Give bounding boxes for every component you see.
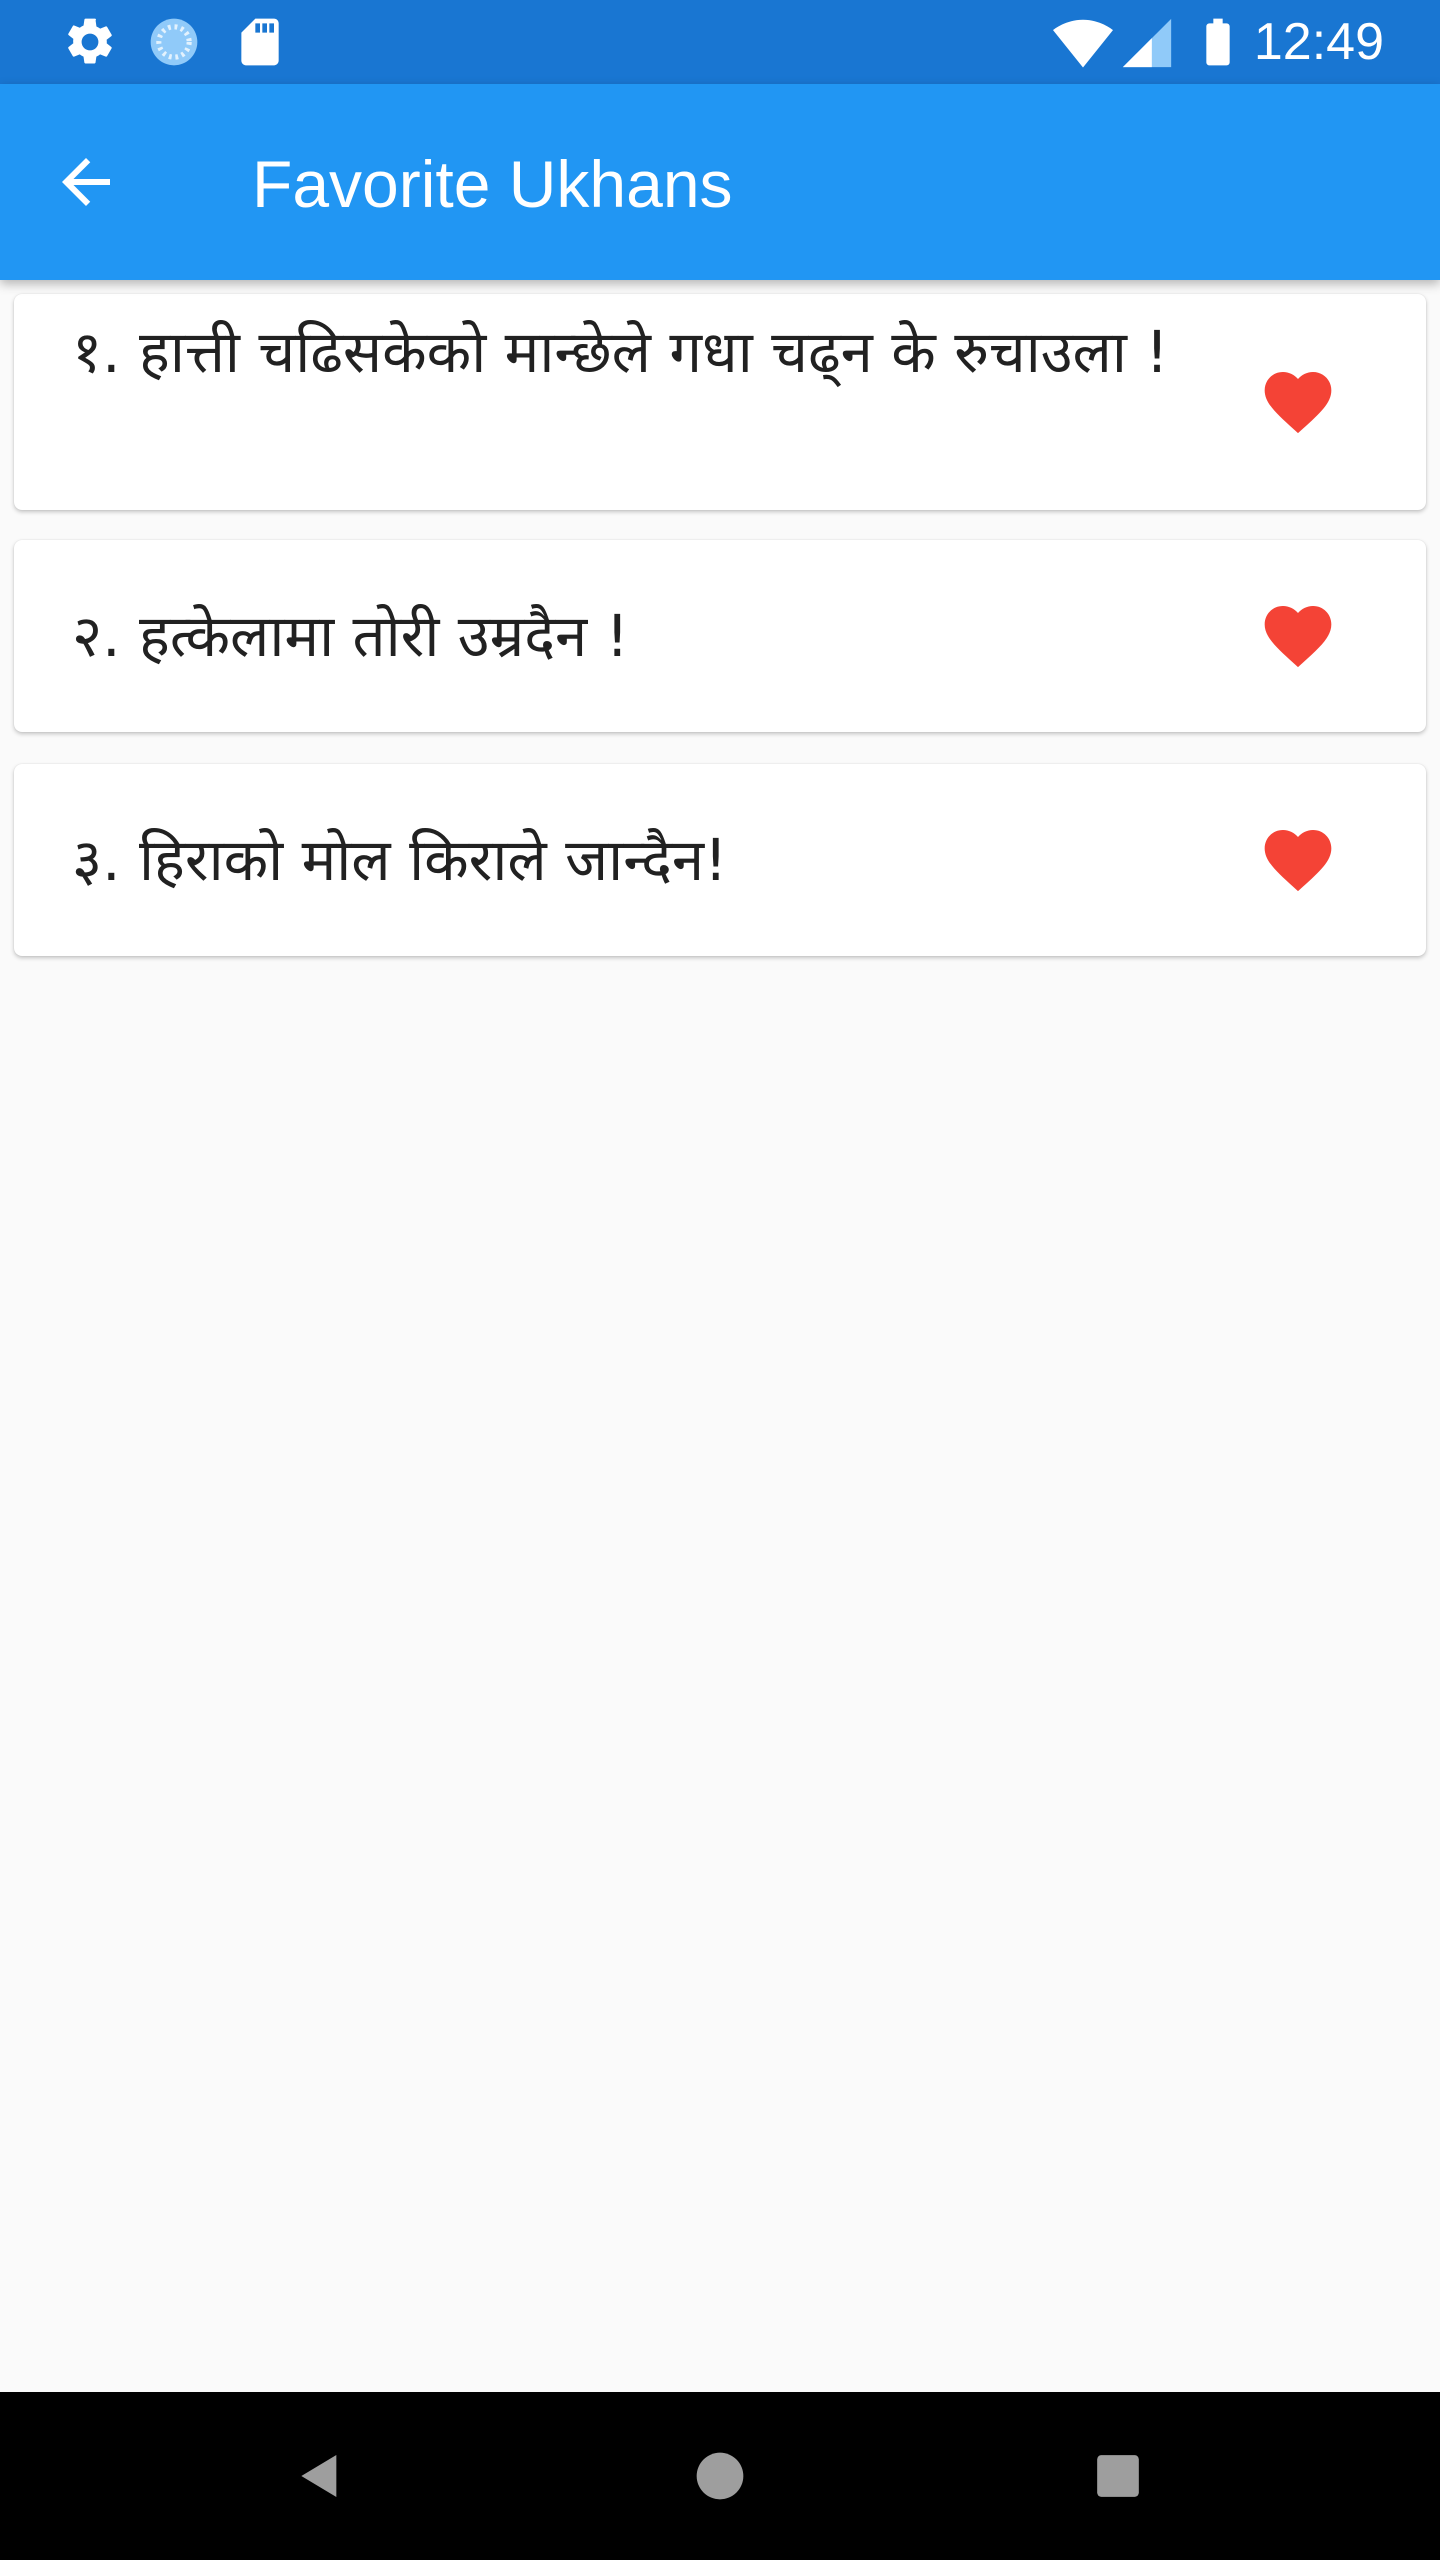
favorite-button[interactable] [1254, 816, 1342, 904]
app-bar: Favorite Ukhans [0, 84, 1440, 280]
home-circle-icon [696, 2452, 744, 2500]
signal-icon [1122, 18, 1172, 68]
nav-recents-button[interactable] [1068, 2426, 1168, 2526]
battery-icon [1206, 18, 1230, 66]
back-button[interactable] [38, 134, 134, 230]
back-triangle-icon [301, 2455, 337, 2497]
favorite-button[interactable] [1254, 592, 1342, 680]
ukhan-text: ३. हिराको मोल किराले जान्दैन! [72, 826, 728, 894]
heart-icon [1264, 372, 1332, 434]
nav-back-button[interactable] [270, 2426, 370, 2526]
recents-square-icon [1097, 2455, 1139, 2497]
arrow-back-icon [62, 158, 110, 206]
heart-icon [1264, 830, 1332, 892]
ukhan-text: १. हात्ती चढिसकेको मान्छेले गधा चढ्न के … [72, 318, 1169, 386]
page-title: Favorite Ukhans [252, 147, 733, 221]
sync-icon [150, 18, 198, 66]
list-item[interactable]: १. हात्ती चढिसकेको मान्छेले गधा चढ्न के … [14, 294, 1426, 510]
status-time: 12:49 [1253, 13, 1384, 71]
wifi-icon [1053, 19, 1113, 68]
status-bar: 12:49 [0, 0, 1440, 84]
navigation-bar [0, 2392, 1440, 2560]
sd-card-icon [241, 18, 279, 66]
ukhan-text: २. हत्केलामा तोरी उम्रदैन ! [72, 602, 629, 670]
heart-icon [1264, 606, 1332, 668]
list-item[interactable]: २. हत्केलामा तोरी उम्रदैन ! [14, 540, 1426, 732]
favorite-button[interactable] [1254, 358, 1342, 446]
list-item[interactable]: ३. हिराको मोल किराले जान्दैन! [14, 764, 1426, 956]
nav-home-button[interactable] [670, 2426, 770, 2526]
gear-icon [68, 18, 112, 64]
